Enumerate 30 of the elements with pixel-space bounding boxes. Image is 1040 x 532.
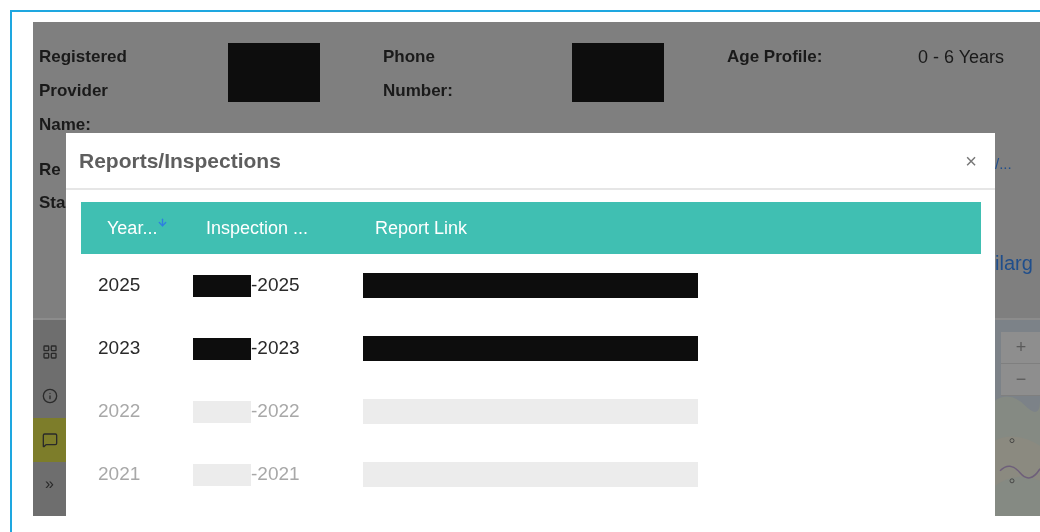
table-cell-text: -2023 [251, 336, 300, 361]
redaction-bar [193, 337, 251, 360]
table-cell-text: 2025 [97, 273, 142, 298]
link[interactable]: ilarg [995, 247, 1033, 278]
table-cell-text: 2023 [97, 336, 142, 361]
zoom-button[interactable]: − [1001, 364, 1040, 396]
chat-icon [41, 432, 58, 448]
sidebar-button[interactable] [33, 418, 66, 462]
column-header[interactable]: Year... [81, 214, 206, 242]
table-cell-text: -2025 [251, 273, 300, 298]
info-icon [41, 388, 58, 404]
field-value: 0 - 6 Years [918, 46, 1005, 69]
zoom-button[interactable]: + [1001, 332, 1040, 364]
column-header[interactable]: Inspection ... [206, 214, 375, 242]
close-button[interactable]: × [965, 145, 977, 176]
field-label: Sta [39, 192, 66, 214]
redaction-bar [193, 274, 251, 297]
modal-title: Reports/Inspections [79, 147, 281, 174]
sort-arrow-icon [157, 216, 169, 228]
field-label: Phone Number: [383, 46, 454, 102]
link[interactable]: /... [995, 153, 1012, 176]
column-header[interactable]: Report Link [375, 214, 981, 242]
table-cell-text: 2021 [97, 462, 142, 487]
table-cell-text: -2021 [251, 462, 300, 487]
table-cell-text: 2022 [97, 399, 142, 424]
table-cell-text: -2022 [251, 399, 300, 424]
field-label: Age Profile: [727, 46, 824, 68]
field-label: Re [39, 159, 62, 181]
grid-icon [41, 344, 58, 360]
field-label: Registered Provider Name: [39, 46, 128, 136]
